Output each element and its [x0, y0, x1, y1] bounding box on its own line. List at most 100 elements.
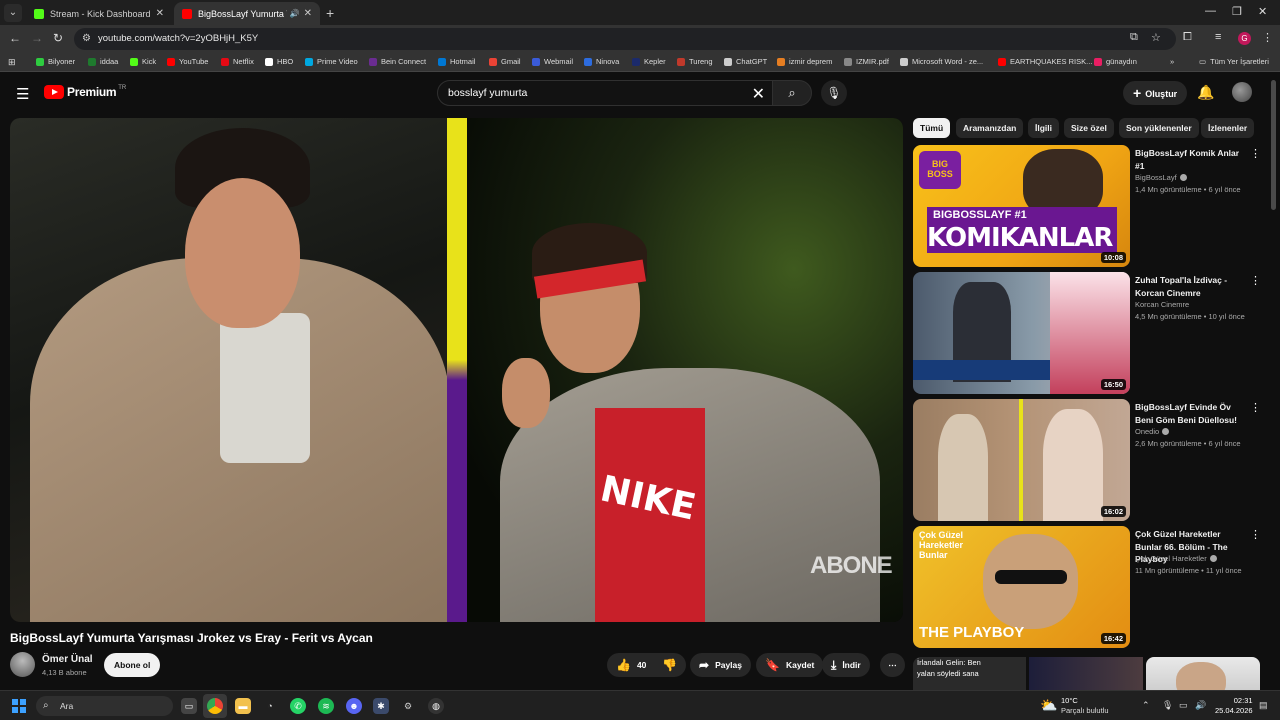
forward-icon[interactable]: →: [31, 31, 43, 45]
windows-start-icon[interactable]: [12, 699, 26, 713]
bookmark-bein-connect[interactable]: Bein Connect: [369, 57, 426, 66]
minimize-icon[interactable]: —: [1205, 5, 1216, 17]
close-tab-icon[interactable]: ✕: [304, 8, 312, 19]
bookmark-youtube[interactable]: YouTube: [167, 57, 208, 66]
settings-gear-icon[interactable]: ⚙: [400, 698, 416, 714]
recommendation-item[interactable]: BIG BOSS BIGBOSSLAYF #1 KOMIKANLAR 10:08…: [913, 145, 1263, 267]
bookmark-chatgpt[interactable]: ChatGPT: [724, 57, 767, 66]
restore-icon[interactable]: ❐: [1232, 5, 1242, 18]
chip-related[interactable]: İlgili: [1028, 118, 1059, 138]
recommendation-thumbnail[interactable]: 16:50: [913, 272, 1130, 394]
recommendation-thumbnail[interactable]: BIG BOSS BIGBOSSLAYF #1 KOMIKANLAR 10:08: [913, 145, 1130, 267]
bookmark-kepler[interactable]: Kepler: [632, 57, 666, 66]
new-tab-icon[interactable]: +: [326, 5, 334, 21]
task-view-icon[interactable]: ▭: [181, 698, 197, 714]
subscribe-button[interactable]: Abone ol: [104, 653, 161, 677]
bookmark-gmail[interactable]: Gmail: [489, 57, 521, 66]
menu-icon[interactable]: ☰: [16, 85, 29, 103]
back-icon[interactable]: ←: [9, 31, 21, 45]
system-clock[interactable]: 02:31 25.04.2026: [1215, 696, 1253, 716]
recommendation-title[interactable]: Zuhal Topal'la İzdivaç - Korcan Cinemre: [1135, 274, 1249, 299]
youtube-premium-logo[interactable]: Premium TR: [44, 85, 126, 99]
bookmark-earthquakes-risk[interactable]: EARTHQUAKES RISK...: [998, 57, 1092, 66]
bookmark-microsoft-word[interactable]: Microsoft Word - ze...: [900, 57, 983, 66]
like-icon[interactable]: 👍: [616, 653, 631, 677]
dislike-icon[interactable]: 👎: [662, 653, 677, 677]
discord-icon[interactable]: ☻: [346, 698, 362, 714]
more-vertical-icon[interactable]: ⋮: [1250, 528, 1261, 541]
chip-watched[interactable]: İzlenenler: [1201, 118, 1255, 138]
recommendation-thumbnail[interactable]: Çok Güzel Hareketler Bunlar THE PLAYBOY …: [913, 526, 1130, 648]
apps-icon[interactable]: ⊞: [8, 57, 16, 68]
like-count[interactable]: 40: [637, 653, 646, 677]
chip-recently-uploaded[interactable]: Son yüklenenler: [1119, 118, 1199, 138]
tab-youtube-video[interactable]: BigBossLayf Yumurta Yarışı 🔊 ✕: [174, 2, 320, 25]
close-window-icon[interactable]: ✕: [1258, 5, 1267, 18]
audio-playing-icon[interactable]: 🔊: [290, 9, 300, 18]
recommendation-item[interactable]: 16:02 BigBossLayf Evinde Öv Beni Göm Ben…: [913, 399, 1263, 521]
recommendation-thumbnail[interactable]: [1029, 657, 1143, 690]
notifications-bell-icon[interactable]: 🔔: [1197, 84, 1214, 101]
bookmark-bilyoner[interactable]: Bilyoner: [36, 57, 75, 66]
extensions-icon[interactable]: ⧠: [1183, 31, 1192, 44]
create-button[interactable]: + Oluştur: [1123, 81, 1188, 105]
chip-all[interactable]: Tümü: [913, 118, 951, 138]
recommendation-thumbnail[interactable]: [1146, 657, 1260, 690]
bookmark-hotmail[interactable]: Hotmail: [438, 57, 475, 66]
chip-from-search[interactable]: Aramanızdan: [956, 118, 1024, 138]
bookmark-star-icon[interactable]: ☆: [1151, 31, 1161, 44]
bookmark-gunaydin[interactable]: günaydın: [1094, 57, 1137, 66]
tab-search-button[interactable]: ⌄: [4, 4, 22, 22]
bookmark-hbo[interactable]: HBO: [265, 57, 293, 66]
close-tab-icon[interactable]: ✕: [156, 8, 164, 19]
save-button[interactable]: 🔖 Kaydet: [756, 653, 824, 677]
tab-kick-dashboard[interactable]: Stream - Kick Dashboard ✕: [26, 2, 172, 25]
share-button[interactable]: ➦ Paylaş: [690, 653, 752, 677]
search-button[interactable]: ⌕: [772, 80, 812, 106]
media-controls-icon[interactable]: ≡: [1215, 31, 1221, 43]
bookmark-izmir-deprem[interactable]: izmir deprem: [777, 57, 832, 66]
recommendation-item[interactable]: 16:50 Zuhal Topal'la İzdivaç - Korcan Ci…: [913, 272, 1263, 394]
bookmark-iddaa[interactable]: iddaa: [88, 57, 118, 66]
speedtest-icon[interactable]: ◔: [262, 698, 278, 714]
more-actions-button[interactable]: ⋯: [880, 653, 905, 677]
file-explorer-icon[interactable]: ▬: [235, 698, 251, 714]
bookmark-prime-video[interactable]: Prime Video: [305, 57, 358, 66]
channel-name[interactable]: Ömer Ünal: [42, 654, 93, 665]
bookmark-netflix[interactable]: Netflix: [221, 57, 254, 66]
address-bar[interactable]: ⚙ youtube.com/watch?v=2yOBHjH_K5Y: [74, 28, 1176, 50]
taskbar-search-input[interactable]: ⌕ Ara: [36, 696, 173, 716]
recommendation-title[interactable]: BigBossLayf Evinde Öv Beni Göm Beni Düel…: [1135, 401, 1249, 426]
microphone-icon[interactable]: 🎙: [1162, 700, 1173, 711]
weather-temperature[interactable]: 10°C: [1061, 696, 1078, 705]
recommendation-thumbnail[interactable]: 16:02: [913, 399, 1130, 521]
app-taskbar-icon[interactable]: ◍: [428, 698, 444, 714]
recommendation-row-partial[interactable]: İrlandalı Gelin: Ben yalan söyledi sana: [913, 657, 1273, 690]
recommendation-channel[interactable]: Korcan Cinemre: [1135, 300, 1189, 309]
recommendation-channel[interactable]: BigBossLayf: [1135, 173, 1187, 182]
more-vertical-icon[interactable]: ⋮: [1250, 274, 1261, 287]
chrome-taskbar-icon[interactable]: [203, 694, 227, 718]
recommendation-channel[interactable]: Çok Güzel Hareketler: [1135, 554, 1217, 563]
cast-icon[interactable]: ⧉: [1130, 31, 1138, 44]
channel-avatar[interactable]: [10, 652, 35, 677]
bookmark-tureng[interactable]: Tureng: [677, 57, 713, 66]
bookmarks-overflow-icon[interactable]: »: [1170, 57, 1174, 66]
bookmark-webmail[interactable]: Webmail: [532, 57, 573, 66]
recommendation-item[interactable]: Çok Güzel Hareketler Bunlar THE PLAYBOY …: [913, 526, 1263, 648]
whatsapp-icon[interactable]: ✆: [290, 698, 306, 714]
network-icon[interactable]: ▭: [1179, 700, 1188, 711]
volume-icon[interactable]: 🔊: [1195, 700, 1206, 711]
chevron-up-icon[interactable]: ⌃: [1142, 700, 1150, 711]
download-button[interactable]: ⤓ İndir: [822, 653, 870, 677]
notification-icon[interactable]: ▤: [1259, 700, 1268, 711]
recommendation-channel[interactable]: Onedio: [1135, 427, 1170, 436]
account-avatar[interactable]: [1232, 82, 1252, 102]
more-vertical-icon[interactable]: ⋮: [1250, 401, 1261, 414]
chip-for-you[interactable]: Size özel: [1064, 118, 1114, 138]
profile-avatar[interactable]: G: [1238, 32, 1251, 45]
spotify-icon[interactable]: ≋: [318, 698, 334, 714]
app-taskbar-icon[interactable]: ✱: [373, 698, 389, 714]
search-input[interactable]: bosslayf yumurta ✕: [437, 80, 774, 106]
reload-icon[interactable]: ↻: [53, 31, 63, 45]
